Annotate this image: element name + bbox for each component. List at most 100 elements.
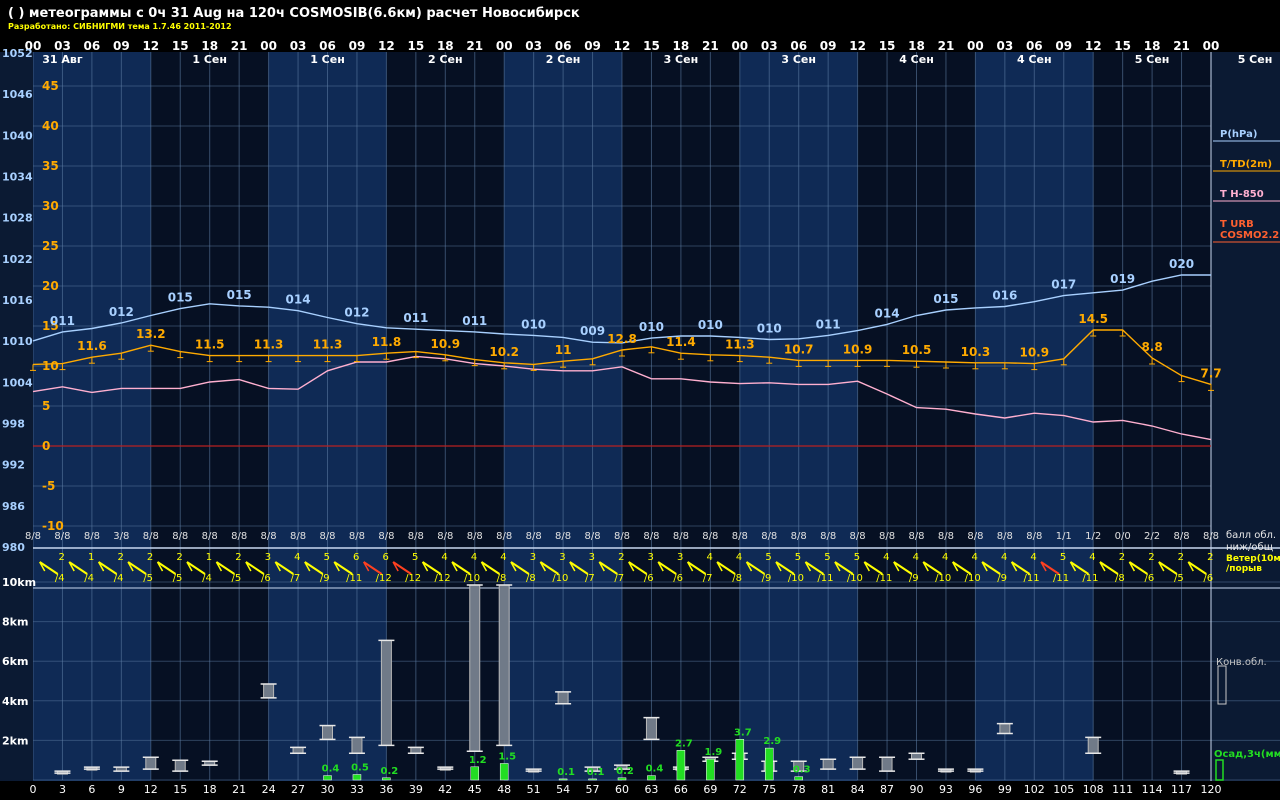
convective-cloud bbox=[351, 736, 363, 754]
wind-gust-label: /6 bbox=[644, 573, 654, 584]
lead-hour-label: 18 bbox=[203, 783, 217, 796]
lead-hour-label: 60 bbox=[615, 783, 629, 796]
hour-tick-label: 06 bbox=[84, 39, 101, 53]
precip-value-label: 1.2 bbox=[469, 755, 487, 766]
wind-gust-label: /12 bbox=[405, 573, 421, 584]
pressure-value-label: 016 bbox=[992, 289, 1017, 303]
precip-value-label: 1.9 bbox=[704, 747, 722, 758]
pressure-tick-label: 1022 bbox=[2, 253, 33, 266]
cloud-fraction-label: 2/2 bbox=[1144, 531, 1160, 542]
cloud-fraction-label: 8/8 bbox=[202, 531, 218, 542]
cloud-fraction-label: 8/8 bbox=[25, 531, 41, 542]
precip-value-label: 3.7 bbox=[734, 727, 752, 738]
wind-gust-label: /8 bbox=[732, 573, 742, 584]
wind-speed-label: 4 bbox=[1089, 552, 1095, 563]
precip-bar bbox=[794, 776, 803, 781]
pressure-tick-label: 1046 bbox=[2, 88, 33, 101]
cloud-fraction-label: 8/8 bbox=[54, 531, 70, 542]
temperature-value-label: 12.8 bbox=[607, 332, 637, 346]
cloud-fraction-label: 8/8 bbox=[143, 531, 159, 542]
lead-hour-label: 48 bbox=[497, 783, 511, 796]
cloud-legend-label: балл обл. bbox=[1226, 530, 1276, 541]
cloud-fraction-label: 8/8 bbox=[820, 531, 836, 542]
temperature-value-label: 11.3 bbox=[254, 338, 284, 352]
wind-speed-label: 4 bbox=[441, 552, 447, 563]
temperature-tick-label: 35 bbox=[42, 159, 59, 173]
temperature-tick-label: 45 bbox=[42, 79, 59, 93]
lead-hour-label: 66 bbox=[674, 783, 688, 796]
hour-tick-label: 12 bbox=[1085, 39, 1102, 53]
pressure-value-label: 009 bbox=[580, 324, 605, 338]
wind-gust-label: /5 bbox=[143, 573, 153, 584]
lead-hour-label: 3 bbox=[59, 783, 66, 796]
lead-hour-label: 90 bbox=[910, 783, 924, 796]
wind-speed-label: 4 bbox=[1030, 552, 1036, 563]
lead-hour-label: 87 bbox=[880, 783, 894, 796]
cloud-legend-label: ниж/общ bbox=[1226, 542, 1273, 553]
hour-tick-label: 15 bbox=[407, 39, 424, 53]
wind-speed-label: 1 bbox=[206, 552, 212, 563]
cloud-fraction-label: 8/8 bbox=[908, 531, 924, 542]
hour-tick-label: 06 bbox=[1026, 39, 1043, 53]
lead-hour-label: 36 bbox=[379, 783, 393, 796]
temperature-value-label: 11.3 bbox=[313, 338, 343, 352]
wind-gust-label: /5 bbox=[173, 573, 183, 584]
temperature-tick-label: 10 bbox=[42, 359, 59, 373]
temperature-value-label: 10.9 bbox=[430, 337, 460, 351]
convective-cloud bbox=[498, 584, 510, 746]
cloud-fraction-label: 8/8 bbox=[967, 531, 983, 542]
wind-speed-label: 5 bbox=[1060, 552, 1066, 563]
wind-speed-label: 6 bbox=[382, 552, 388, 563]
pressure-tick-label: 980 bbox=[2, 541, 25, 554]
wind-speed-label: 3 bbox=[559, 552, 565, 563]
precip-bar bbox=[558, 778, 568, 781]
cloud-fraction-label: 8/8 bbox=[1203, 531, 1219, 542]
date-label: 4 Сен bbox=[1017, 53, 1052, 66]
wind-gust-label: /10 bbox=[464, 573, 480, 584]
lead-hour-label: 117 bbox=[1171, 783, 1192, 796]
temperature-tick-label: 25 bbox=[42, 239, 59, 253]
wind-gust-label: /5 bbox=[1174, 573, 1184, 584]
wind-speed-label: 3 bbox=[589, 552, 595, 563]
cloud-fraction-label: 0/0 bbox=[1115, 531, 1131, 542]
precip-bar bbox=[617, 777, 627, 781]
precip-value-label: 0.5 bbox=[351, 763, 369, 774]
hour-tick-label: 09 bbox=[349, 39, 366, 53]
temperature-value-label: 10.3 bbox=[961, 345, 991, 359]
precip-value-label: 2.7 bbox=[675, 738, 693, 749]
wind-gust-label: /4 bbox=[114, 573, 124, 584]
precip-bar bbox=[323, 775, 332, 781]
pressure-value-label: 015 bbox=[933, 292, 958, 306]
wind-gust-label: /8 bbox=[1115, 573, 1125, 584]
height-tick-label: 8km bbox=[2, 616, 28, 629]
hour-tick-label: 12 bbox=[378, 39, 395, 53]
pressure-value-label: 019 bbox=[1110, 272, 1135, 286]
wind-gust-label: /11 bbox=[876, 573, 892, 584]
hour-tick-label: 00 bbox=[260, 39, 277, 53]
wind-gust-label: /10 bbox=[552, 573, 568, 584]
cloud-fraction-label: 8/8 bbox=[879, 531, 895, 542]
hour-tick-label: 15 bbox=[643, 39, 660, 53]
hour-tick-label: 06 bbox=[790, 39, 807, 53]
wind-speed-label: 4 bbox=[883, 552, 889, 563]
wind-gust-label: /12 bbox=[435, 573, 451, 584]
lead-hour-label: 105 bbox=[1053, 783, 1074, 796]
lead-hour-label: 120 bbox=[1201, 783, 1222, 796]
wind-gust-label: /6 bbox=[261, 573, 271, 584]
date-label: 5 Сен bbox=[1135, 53, 1170, 66]
convective-cloud bbox=[145, 756, 157, 770]
wind-speed-label: 2 bbox=[1148, 552, 1154, 563]
lead-hour-label: 93 bbox=[939, 783, 953, 796]
cloud-fraction-label: 8/8 bbox=[290, 531, 306, 542]
wind-gust-label: /7 bbox=[585, 573, 595, 584]
hour-tick-label: 21 bbox=[231, 39, 248, 53]
wind-speed-label: 3 bbox=[677, 552, 683, 563]
conv-legend-sample bbox=[1217, 665, 1227, 705]
temperature-tick-label: 0 bbox=[42, 439, 50, 453]
temperature-value-label: 10.5 bbox=[902, 343, 932, 357]
pressure-tick-label: 992 bbox=[2, 459, 25, 472]
precip-value-label: 1.5 bbox=[498, 752, 516, 763]
height-tick-label: 6km bbox=[2, 655, 28, 668]
height-tick-label: 10km bbox=[2, 576, 36, 589]
precip-bar bbox=[647, 775, 656, 781]
